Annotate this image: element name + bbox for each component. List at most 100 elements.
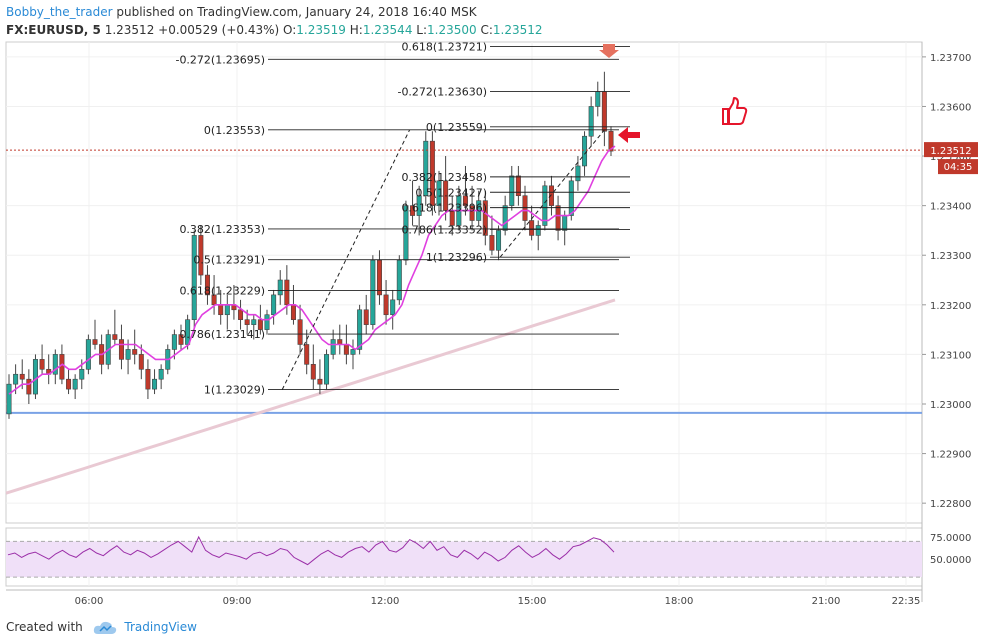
time-tick-label: 21:00 (812, 596, 841, 607)
fib-right-level-label: 0(1.23559) (426, 121, 487, 134)
fib-left-level-label: 0.382(1.23353) (179, 223, 265, 236)
candle-body (138, 354, 144, 370)
candle-body (251, 319, 257, 325)
candle-body (383, 294, 389, 316)
candle-body (522, 195, 528, 221)
candle-body (489, 235, 495, 251)
rsi-tick-label: 75.0000 (930, 533, 971, 544)
fib-right-level-label: 1(1.23296) (426, 251, 487, 264)
price-tick-label: 1.23200 (930, 301, 971, 312)
candle-body (343, 344, 349, 355)
candle-body (297, 319, 303, 345)
time-tick-label: 15:00 (518, 596, 547, 607)
time-tick-label: 18:00 (665, 596, 694, 607)
candle-body (304, 344, 310, 365)
candle-body (13, 373, 19, 385)
candle-body (6, 383, 12, 415)
last-price-tag-label: 1.23512 (930, 146, 971, 157)
price-tick-label: 1.23300 (930, 251, 971, 262)
candle-body (376, 259, 382, 296)
candle-body (317, 378, 323, 385)
candle-body (79, 368, 85, 380)
candle-body (555, 205, 561, 231)
candle-body (152, 378, 158, 390)
created-with-text: Created with (6, 620, 83, 634)
candle-body (588, 106, 594, 137)
candle-body (535, 225, 541, 236)
candle-body (284, 279, 290, 306)
candle-body (290, 304, 296, 320)
fib-left-level-label: 1(1.23029) (204, 384, 265, 397)
price-tick-label: 1.23400 (930, 202, 971, 213)
tradingview-brand-link[interactable]: TradingView (124, 620, 197, 634)
candle-body (66, 378, 72, 390)
candle-body (92, 339, 98, 345)
fib-right-level-label: 0.618(1.23396) (401, 202, 487, 215)
candle-body (363, 309, 369, 325)
candle-body (224, 304, 230, 316)
candle-body (238, 309, 244, 320)
candle-body (562, 215, 568, 231)
candle-body (145, 368, 151, 390)
time-tick-label: 12:00 (371, 596, 400, 607)
candle-body (158, 368, 164, 380)
candle-body (370, 259, 376, 325)
candle-body (595, 91, 601, 107)
candle-body (132, 349, 138, 355)
fib-right-level-label: 0.618(1.23721) (401, 40, 487, 53)
price-tick-label: 1.22800 (930, 499, 971, 510)
candle-body (509, 175, 515, 206)
candle-body (271, 294, 277, 316)
candle-body (542, 185, 548, 226)
candle-body (330, 339, 336, 355)
candle-body (529, 220, 535, 236)
candle-body (59, 354, 65, 380)
fib-right-level-label: -0.272(1.23630) (397, 86, 487, 99)
price-tick-label: 1.23700 (930, 53, 971, 64)
rsi-tick-label: 50.0000 (930, 555, 971, 566)
candle-body (191, 235, 197, 320)
candle-body (350, 349, 356, 355)
candle-body (357, 309, 363, 350)
price-tick-label: 1.23000 (930, 400, 971, 411)
candle-body (324, 354, 330, 385)
candle-body (396, 259, 402, 301)
candle-body (244, 319, 250, 325)
candle-body (310, 364, 316, 380)
candle-body (582, 135, 588, 167)
fib-right-level-label: 0.5(1.23427) (415, 186, 487, 199)
candle-body (39, 359, 45, 370)
fib-left-level-label: 0(1.23553) (204, 124, 265, 137)
fib-left-level-label: -0.272(1.23695) (175, 53, 265, 66)
time-tick-label: 09:00 (223, 596, 252, 607)
candle-body (218, 304, 224, 316)
candle-body (515, 175, 521, 197)
price-tick-label: 1.22900 (930, 450, 971, 461)
candle-body (125, 349, 131, 360)
candle-body (264, 314, 270, 330)
price-chart[interactable]: -0.272(1.23695) 0(1.23553) 0.382(1.23353) 0… (0, 0, 982, 612)
time-tick-label: 22:35 (892, 596, 921, 607)
footer: Created with TradingView (0, 612, 982, 644)
tradingview-cloud-icon (93, 621, 116, 634)
candle-body (277, 279, 283, 296)
countdown-tag-label: 04:35 (944, 162, 973, 173)
candle-body (601, 91, 607, 132)
price-tick-label: 1.23600 (930, 102, 971, 113)
candle-body (26, 378, 32, 395)
time-tick-label: 06:00 (75, 596, 104, 607)
candle-body (568, 180, 574, 216)
candle-body (32, 359, 38, 395)
fib-left-level-label: 0.5(1.23291) (193, 254, 265, 267)
fib-right-level-label: 0.786(1.23352) (401, 223, 487, 236)
fib-right-level-label: 0.382(1.23458) (401, 171, 487, 184)
candle-body (85, 339, 91, 370)
candle-body (118, 339, 124, 360)
price-tick-label: 1.23100 (930, 350, 971, 361)
candle-body (390, 299, 396, 316)
candle-body (496, 230, 502, 251)
candle-body (72, 378, 78, 390)
fib-left-level-label: 0.786(1.23141) (179, 328, 265, 341)
candle-body (575, 165, 581, 182)
rsi-band (6, 541, 922, 578)
